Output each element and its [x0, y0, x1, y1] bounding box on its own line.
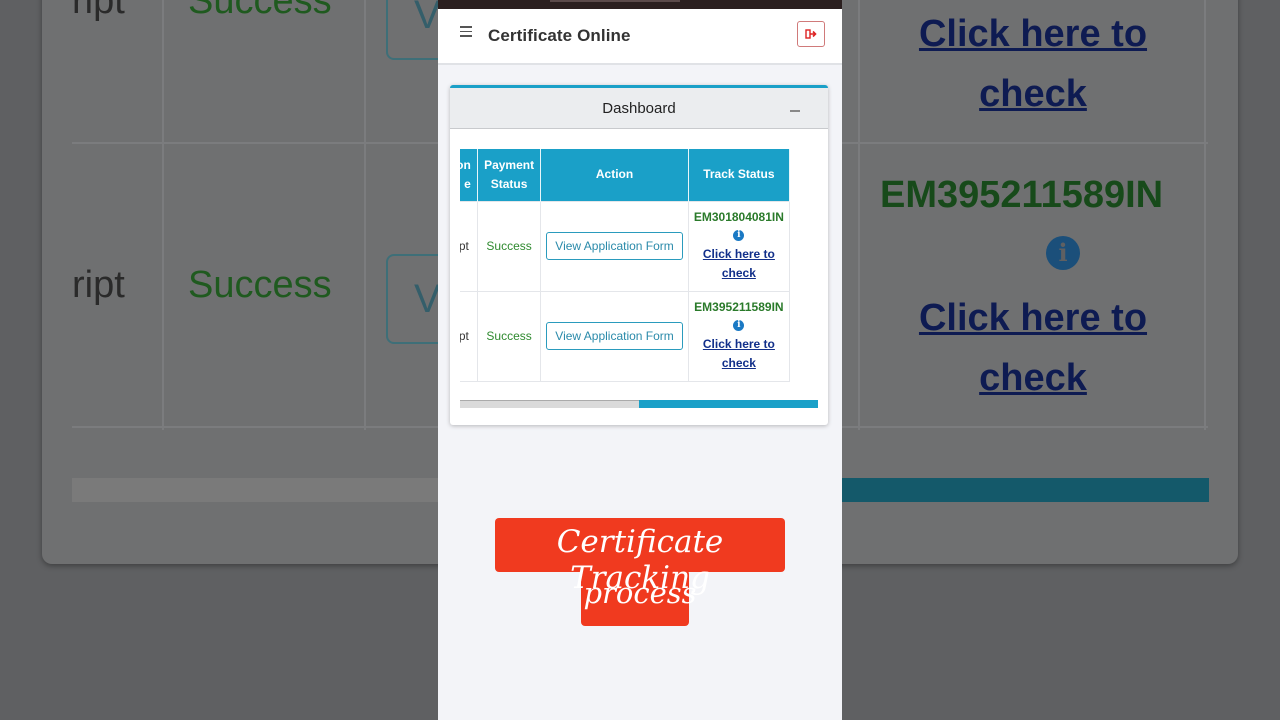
background-cell-text: ript [72, 0, 125, 22]
cell-prescript: ript [460, 290, 478, 382]
link-line: check [721, 355, 756, 370]
link-line: check [721, 265, 756, 280]
background-link-line2: check [979, 357, 1087, 399]
status-success: Success [486, 329, 532, 343]
horizontal-scrollbar[interactable] [460, 400, 818, 408]
table-row: ript Success View Application Form EM301… [460, 200, 791, 292]
promo-banner: Certificate Tracking process [495, 518, 785, 626]
promo-subtitle: process [583, 576, 697, 610]
view-application-form-button[interactable]: View Application Form [546, 322, 683, 350]
background-scroll-thumb [842, 478, 1209, 502]
cell-payment-status: Success [476, 200, 542, 292]
background-tracking-number: EM395211589IN [880, 174, 1164, 216]
background-cell-success: Success [188, 0, 332, 22]
background-info-icon: i [1046, 236, 1080, 270]
background-link: Click here to check [918, 4, 1148, 124]
link-line: Click here to [702, 336, 775, 351]
column-header-partial: tion e [460, 149, 478, 201]
background-divider [1204, 0, 1206, 430]
background-divider [858, 0, 860, 430]
minus-icon[interactable] [790, 110, 800, 112]
cell-track-status: EM301804081IN i Click here to check [687, 200, 791, 292]
phone-screen: Certificate Online Dashboard tion e [438, 0, 842, 720]
cell-action: View Application Form [540, 290, 689, 382]
background-divider [364, 0, 366, 430]
applications-table-scroll[interactable]: tion e Payment Status Action Track Statu… [460, 149, 818, 383]
applications-table: tion e Payment Status Action Track Statu… [460, 149, 791, 382]
background-link-line2: check [979, 73, 1087, 115]
status-success: Success [486, 239, 532, 253]
column-header-line: tion [460, 157, 471, 172]
dashboard-card: Dashboard tion e Payment Status Act [450, 85, 828, 425]
dashboard-card-header: Dashboard [450, 88, 828, 129]
cell-track-status: EM395211589IN i Click here to check [687, 290, 791, 382]
column-header-line: e [464, 176, 471, 191]
background-divider [162, 0, 164, 430]
column-header-line: Status [490, 176, 528, 191]
column-header-line: Payment [484, 157, 535, 172]
column-header-action: Action [540, 149, 689, 201]
click-here-to-check-link[interactable]: Click here to check [690, 245, 788, 283]
status-bar [438, 0, 842, 9]
background-link-line1: Click here to [918, 297, 1148, 339]
scrollbar-track[interactable] [460, 400, 639, 408]
cell-prescript: ript [460, 200, 478, 292]
cell-action: View Application Form [540, 200, 689, 292]
tracking-number: EM301804081IN [693, 209, 784, 224]
background-cell-success: Success [188, 264, 332, 306]
background-link-line1: Click here to [918, 13, 1148, 55]
status-bar-tab [550, 0, 680, 2]
tracking-number: EM395211589IN [694, 299, 784, 314]
logout-button[interactable] [797, 21, 825, 47]
app-header: Certificate Online [438, 9, 842, 65]
info-circle-icon[interactable]: i [733, 319, 745, 331]
scrollbar-thumb[interactable] [639, 400, 818, 408]
sign-out-icon [805, 29, 817, 39]
dashboard-title: Dashboard [602, 100, 676, 117]
table-row: ript Success View Application Form EM395… [460, 290, 791, 382]
column-header-track-status: Track Status [688, 149, 791, 201]
column-header-payment-status: Payment Status [477, 149, 542, 201]
view-application-form-button[interactable]: View Application Form [546, 232, 683, 260]
info-circle-icon[interactable]: i [733, 229, 745, 241]
background-cell-text: ript [72, 264, 125, 306]
cell-payment-status: Success [476, 290, 542, 382]
link-line: Click here to [702, 246, 775, 261]
table-header-row: tion e Payment Status Action Track Statu… [460, 149, 791, 201]
app-title: Certificate Online [488, 26, 631, 45]
hamburger-menu-icon[interactable] [460, 26, 472, 38]
click-here-to-check-link[interactable]: Click here to check [690, 335, 788, 373]
background-link: Click here to check [918, 288, 1148, 408]
